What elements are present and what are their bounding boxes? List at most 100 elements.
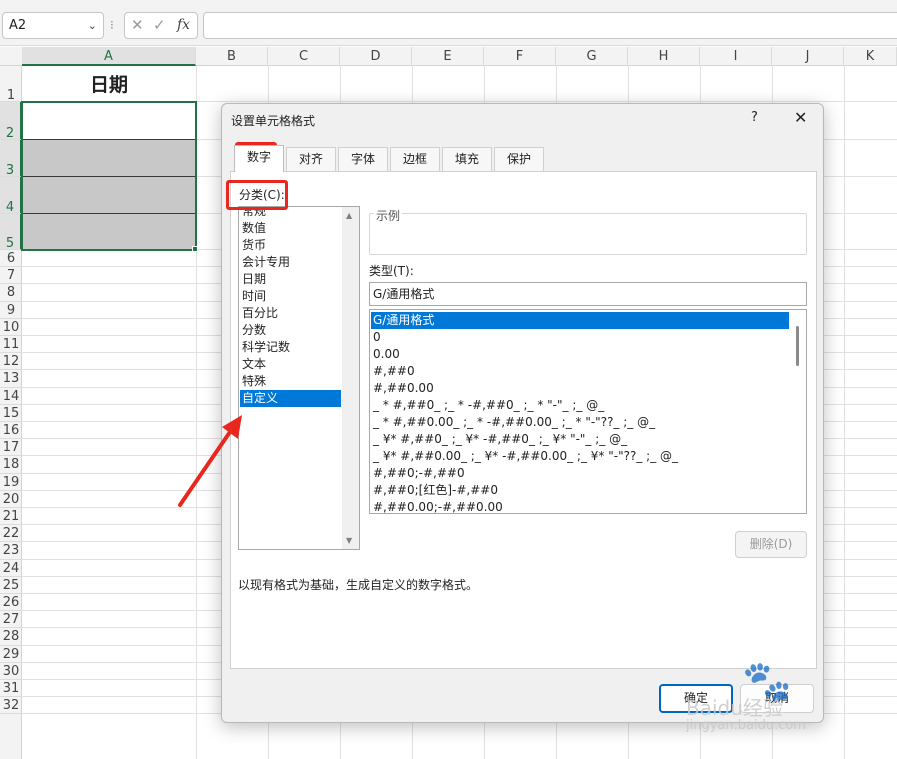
category-item[interactable]: 货币 [240,237,341,254]
column-header-j[interactable]: J [772,47,844,66]
name-box-value: A2 [9,18,27,33]
scrollbar-thumb[interactable] [796,326,799,366]
chevron-down-icon[interactable]: ⌄ [88,13,97,38]
format-item[interactable]: 0 [371,329,791,346]
row-header-18[interactable]: 18 [0,456,22,474]
category-item[interactable]: 特殊 [240,373,341,390]
row-header-9[interactable]: 9 [0,302,22,319]
format-item[interactable]: G/通用格式 [371,312,791,329]
category-item[interactable]: 时间 [240,288,341,305]
column-header-g[interactable]: G [556,47,628,66]
row-header-5[interactable]: 5 [0,214,22,251]
row-header-32[interactable]: 32 [0,697,22,715]
row-header-4[interactable]: 4 [0,177,22,215]
format-item[interactable]: _ ¥* #,##0.00_ ;_ ¥* -#,##0.00_ ;_ ¥* "-… [371,448,791,465]
sample-label: 示例 [374,207,403,224]
format-item[interactable]: #,##0.00;-#,##0.00 [371,499,791,513]
fill-handle[interactable] [192,246,198,252]
row-header-31[interactable]: 31 [0,680,22,698]
column-header-b[interactable]: B [196,47,268,66]
column-header-c[interactable]: C [268,47,340,66]
close-icon[interactable]: ✕ [794,108,807,127]
row-header-25[interactable]: 25 [0,577,22,594]
tab-4[interactable]: 填充 [442,147,492,171]
category-scrollbar[interactable]: ▲ ▼ [342,207,359,549]
category-item[interactable]: 日期 [240,271,341,288]
category-list[interactable]: ▲ ▼ 常规 数值 货币 会计专用 日期 时间 百分比 分数 科学记数 文本 特殊 自定义 [238,206,360,550]
enter-entry-icon[interactable]: ✓ [153,16,166,34]
format-item[interactable]: 0.00 [371,346,791,363]
format-item[interactable]: #,##0.00 [371,380,791,397]
format-list[interactable]: G/通用格式 0 0.00 #,##0 #,##0.00 _ * #,##0_ ;_ * … [369,309,807,514]
name-box[interactable]: A2 ⌄ [2,12,104,39]
row-header-2[interactable]: 2 [0,102,22,141]
category-item[interactable]: 分数 [240,322,341,339]
column-header-d[interactable]: D [340,47,412,66]
delete-button[interactable]: 删除(D) [735,531,807,558]
scroll-down-icon[interactable]: ▼ [346,536,352,545]
row-header-3[interactable]: 3 [0,140,22,178]
category-item[interactable]: 百分比 [240,305,341,322]
watermark-url: jingyan.baidu.com [686,718,806,733]
tab-1[interactable]: 对齐 [286,147,336,171]
row-header-11[interactable]: 11 [0,336,22,354]
cell-a1[interactable]: 日期 [22,66,196,102]
scroll-up-icon[interactable]: ▲ [346,211,352,220]
row-header-20[interactable]: 20 [0,491,22,508]
tab-5[interactable]: 保护 [494,147,544,171]
row-header-1[interactable]: 1 [0,66,22,103]
category-item[interactable]: 科学记数 [240,339,341,356]
row-header-21[interactable]: 21 [0,508,22,526]
row-header-6[interactable]: 6 [0,250,22,268]
row-header-26[interactable]: 26 [0,594,22,612]
row-header-16[interactable]: 16 [0,422,22,440]
format-item[interactable]: _ ¥* #,##0_ ;_ ¥* -#,##0_ ;_ ¥* "-"_ ;_ … [371,431,791,448]
row-header-7[interactable]: 7 [0,267,22,285]
row-header-24[interactable]: 24 [0,560,22,577]
red-arrow-icon [178,415,242,507]
category-item[interactable]: 数值 [240,220,341,237]
category-item[interactable]: 文本 [240,356,341,373]
column-header-h[interactable]: H [628,47,700,66]
type-input[interactable]: G/通用格式 [369,282,807,306]
format-item[interactable]: #,##0 [371,363,791,380]
more-options-icon[interactable]: ⁝ [110,18,114,32]
column-header-i[interactable]: I [700,47,772,66]
cancel-entry-icon[interactable]: ✕ [131,16,144,34]
row-header-10[interactable]: 10 [0,319,22,336]
tab-0[interactable]: 数字 [234,145,284,172]
watermark-brand: Baidu经验 [686,696,783,720]
category-item[interactable]: 会计专用 [240,254,341,271]
row-header-19[interactable]: 19 [0,474,22,491]
category-item[interactable]: 自定义 [240,390,341,407]
column-header-f[interactable]: F [484,47,556,66]
row-header-15[interactable]: 15 [0,405,22,422]
tab-3[interactable]: 边框 [390,147,440,171]
row-header-28[interactable]: 28 [0,628,22,646]
column-header-e[interactable]: E [412,47,484,66]
column-header-k[interactable]: K [844,47,897,66]
row-header-14[interactable]: 14 [0,388,22,405]
format-item[interactable]: _ * #,##0.00_ ;_ * -#,##0.00_ ;_ * "-"??… [371,414,791,431]
row-header-23[interactable]: 23 [0,542,22,560]
row-header-12[interactable]: 12 [0,353,22,371]
row-header-30[interactable]: 30 [0,663,22,680]
insert-function-icon[interactable]: fx [177,17,190,33]
formula-input[interactable] [203,12,897,39]
format-item[interactable]: #,##0;[红色]-#,##0 [371,482,791,499]
help-icon[interactable]: ? [751,110,758,125]
row-headers: 1 2 3 4 5 6 7 8 9 10 11 12 13 14 15 16 17 18 19 20 21 22 23 24 2… [0,66,22,759]
format-scrollbar[interactable] [789,310,806,513]
row-header-17[interactable]: 17 [0,439,22,457]
format-item[interactable]: #,##0;-#,##0 [371,465,791,482]
tab-2[interactable]: 字体 [338,147,388,171]
row-header-29[interactable]: 29 [0,646,22,663]
formula-bar: A2 ⌄ ⁝ ✕ ✓ fx [0,0,897,46]
row-header-13[interactable]: 13 [0,370,22,388]
selection-range [21,101,197,251]
column-header-a[interactable]: A [22,47,196,66]
row-header-22[interactable]: 22 [0,525,22,543]
format-item[interactable]: _ * #,##0_ ;_ * -#,##0_ ;_ * "-"_ ;_ @_ [371,397,791,414]
row-header-8[interactable]: 8 [0,284,22,302]
row-header-27[interactable]: 27 [0,611,22,629]
